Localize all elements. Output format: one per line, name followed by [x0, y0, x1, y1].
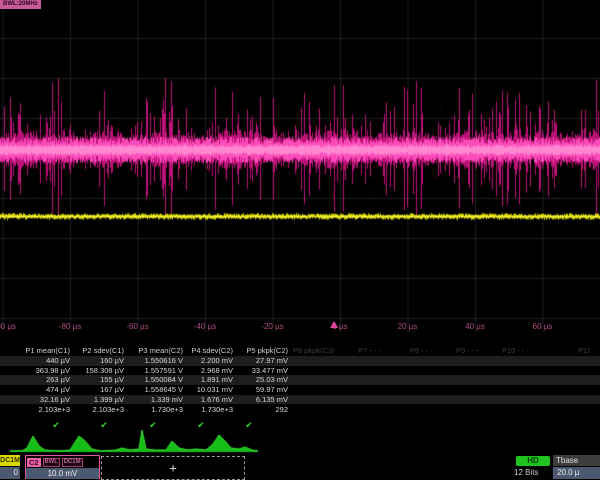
time-tick-label: -20 µs	[261, 322, 283, 331]
status-check-icon: ✔	[147, 419, 159, 431]
measurement-cell: 167 µV	[66, 385, 124, 395]
status-check-icon: ✔	[243, 419, 255, 431]
time-tick-label: -40 µs	[194, 322, 216, 331]
hd-mode-indicator: HD 12 Bits	[510, 455, 552, 479]
measurement-cell: 2.968 mV	[175, 366, 233, 376]
resolution-bits: 12 Bits	[514, 468, 538, 477]
c2-bwl-badge: BWL	[43, 458, 60, 467]
measurement-cell: 1.730e+3	[175, 405, 233, 415]
timebase-descriptor[interactable]: Tbase 20.0 µ	[553, 455, 600, 479]
param-header-inactive[interactable]: P8 - - -	[410, 346, 433, 356]
measurement-cell: 155 µV	[66, 375, 124, 385]
measurement-cell: 2.200 mV	[175, 356, 233, 366]
measurement-cell: 6.135 mV	[230, 395, 288, 405]
time-axis: -100 µs-80 µs-60 µs-40 µs-20 µs0 µs20 µs…	[0, 322, 600, 334]
timebase-value: 20.0 µ	[553, 467, 600, 479]
oscilloscope-screen: BWL:20MHz -100 µs -80 µs -60 µs -40 µs -20 µ…	[0, 0, 600, 480]
time-tick-label: -100 µs	[0, 322, 16, 331]
time-tick-label: -80 µs	[59, 322, 81, 331]
c2-scale-value: 10.0 mV	[26, 468, 99, 479]
measurement-cell: 160 µV	[66, 356, 124, 366]
add-trace-button[interactable]: +	[101, 456, 245, 480]
measurement-cell: 25.03 mV	[230, 375, 288, 385]
hd-badge: HD	[516, 456, 550, 466]
status-check-icon: ✔	[98, 419, 110, 431]
c1-scale-value: 0 mV	[0, 467, 20, 479]
param-header[interactable]: P1 mean(C1)	[12, 346, 70, 356]
time-tick-label: 60 µs	[533, 322, 553, 331]
measurement-cell: 32.16 µV	[12, 395, 70, 405]
param-header-inactive[interactable]: P11	[578, 346, 591, 356]
plus-icon: +	[169, 461, 177, 476]
param-header[interactable]: P4 sdev(C2)	[175, 346, 233, 356]
c2-coupling-badge: DC1M	[62, 458, 83, 467]
channel-c2-descriptor[interactable]: C2 BWL DC1M 10.0 mV	[25, 455, 100, 479]
param-header[interactable]: P2 sdev(C1)	[66, 346, 124, 356]
trigger-marker-icon[interactable]	[330, 321, 338, 328]
measurement-cell: 363.98 µV	[12, 366, 70, 376]
time-tick-label: 40 µs	[465, 322, 485, 331]
measurement-cell: 10.031 mV	[175, 385, 233, 395]
measurement-cell: 1.676 mV	[175, 395, 233, 405]
measurement-cell: 33.477 mV	[230, 366, 288, 376]
param-header-inactive[interactable]: P6 pkpk(C3)	[293, 346, 335, 356]
param-header-inactive[interactable]: P10 - - -	[502, 346, 529, 356]
c1-coupling-badge: DC1M	[0, 455, 20, 466]
measurement-cell: 440 µV	[12, 356, 70, 366]
timebase-title: Tbase	[553, 455, 600, 466]
c2-label: C2	[27, 458, 41, 467]
param-header-inactive[interactable]: P9 - - -	[456, 346, 479, 356]
time-tick-label: -60 µs	[126, 322, 148, 331]
measurement-cell: 27.97 mV	[230, 356, 288, 366]
param-header[interactable]: P5 pkpk(C2)	[230, 346, 288, 356]
channel-c1-descriptor[interactable]: DC1M 0 mV	[0, 455, 20, 479]
measurement-cell: 1.891 mV	[175, 375, 233, 385]
measurement-cell: 59.97 mV	[230, 385, 288, 395]
measurement-cell: 2.103e+3	[12, 405, 70, 415]
measurement-cell: 2.103e+3	[66, 405, 124, 415]
time-tick-label: 20 µs	[398, 322, 418, 331]
measurement-table: P1 mean(C1)P2 sdev(C1)P3 mean(C2)P4 sdev…	[0, 346, 600, 436]
measurement-cell: 158.308 µV	[66, 366, 124, 376]
measurement-cell: 292	[230, 405, 288, 415]
param-header-inactive[interactable]: P7 - - -	[358, 346, 381, 356]
status-check-icon: ✔	[50, 419, 62, 431]
measurement-cell: 263 µV	[12, 375, 70, 385]
trace-label: BWL:20MHz	[0, 0, 41, 9]
measurement-cell: 474 µV	[12, 385, 70, 395]
status-check-icon: ✔	[195, 419, 207, 431]
measurement-cell: 1.399 µV	[66, 395, 124, 405]
